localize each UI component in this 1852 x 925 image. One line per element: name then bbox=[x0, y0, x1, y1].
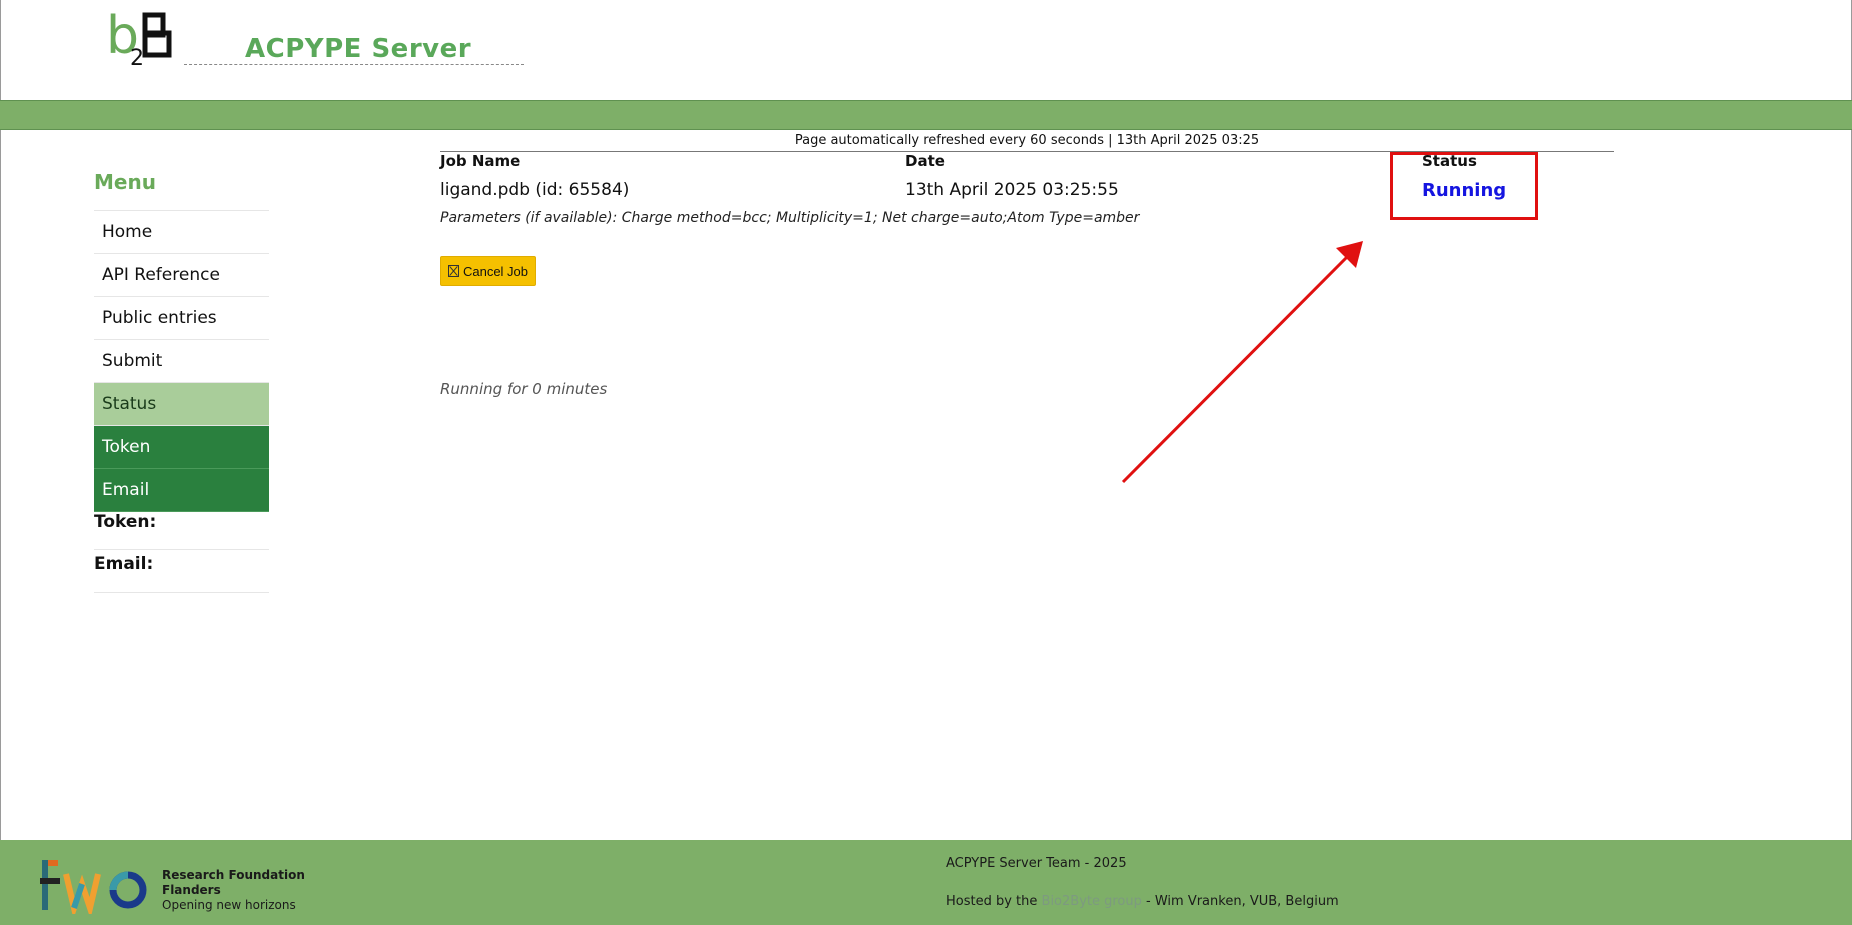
sidebar-item-home[interactable]: Home bbox=[94, 211, 269, 254]
column-header-job-name: Job Name bbox=[440, 152, 521, 170]
menu-title: Menu bbox=[94, 170, 156, 194]
logo-b-block-icon bbox=[142, 12, 172, 58]
fwo-line-2: Flanders bbox=[162, 883, 221, 897]
token-label: Token: bbox=[94, 512, 269, 550]
fwo-text: Research Foundation Flanders Opening new… bbox=[162, 868, 305, 913]
sidebar-item-public-entries[interactable]: Public entries bbox=[94, 297, 269, 340]
footer-hosted: Hosted by the Bio2Byte group - Wim Vrank… bbox=[946, 894, 1339, 909]
sidebar-item-api-reference[interactable]: API Reference bbox=[94, 254, 269, 297]
email-label: Email: bbox=[94, 554, 269, 593]
footer-team: ACPYPE Server Team - 2025 bbox=[946, 856, 1127, 871]
hosted-link[interactable]: Bio2Byte group bbox=[1042, 894, 1142, 909]
cancel-icon bbox=[447, 265, 459, 277]
sidebar-item-submit[interactable]: Submit bbox=[94, 340, 269, 383]
b2b-logo[interactable]: b 2 bbox=[106, 10, 176, 70]
hosted-suffix: - Wim Vranken, VUB, Belgium bbox=[1141, 894, 1339, 909]
cancel-job-button[interactable]: Cancel Job bbox=[440, 256, 536, 286]
annotation-arrow-icon bbox=[1121, 241, 1363, 484]
fwo-line-1: Research Foundation bbox=[162, 868, 305, 882]
hosted-prefix: Hosted by the bbox=[946, 894, 1042, 909]
footer: Research Foundation Flanders Opening new… bbox=[0, 840, 1852, 925]
sidebar-item-email[interactable]: Email bbox=[94, 469, 269, 512]
sidebar-item-status[interactable]: Status bbox=[94, 383, 269, 426]
site-title: ACPYPE Server bbox=[184, 34, 524, 65]
sidebar-menu: Home API Reference Public entries Submit… bbox=[94, 210, 269, 512]
status-highlight-box bbox=[1390, 152, 1538, 220]
job-parameters: Parameters (if available): Charge method… bbox=[440, 210, 1140, 226]
job-name-cell: ligand.pdb (id: 65584) bbox=[440, 180, 630, 200]
cancel-job-label: Cancel Job bbox=[462, 263, 529, 279]
fwo-line-3: Opening new horizons bbox=[162, 898, 296, 912]
column-header-date: Date bbox=[905, 152, 945, 170]
running-duration: Running for 0 minutes bbox=[440, 380, 608, 398]
site-title-text: ACPYPE Server bbox=[245, 34, 472, 64]
sidebar-item-token[interactable]: Token bbox=[94, 426, 269, 469]
job-date-cell: 13th April 2025 03:25:55 bbox=[905, 180, 1119, 200]
fwo-logo-icon[interactable] bbox=[40, 854, 155, 914]
top-green-bar bbox=[0, 100, 1852, 130]
refresh-note: Page automatically refreshed every 60 se… bbox=[440, 133, 1614, 152]
